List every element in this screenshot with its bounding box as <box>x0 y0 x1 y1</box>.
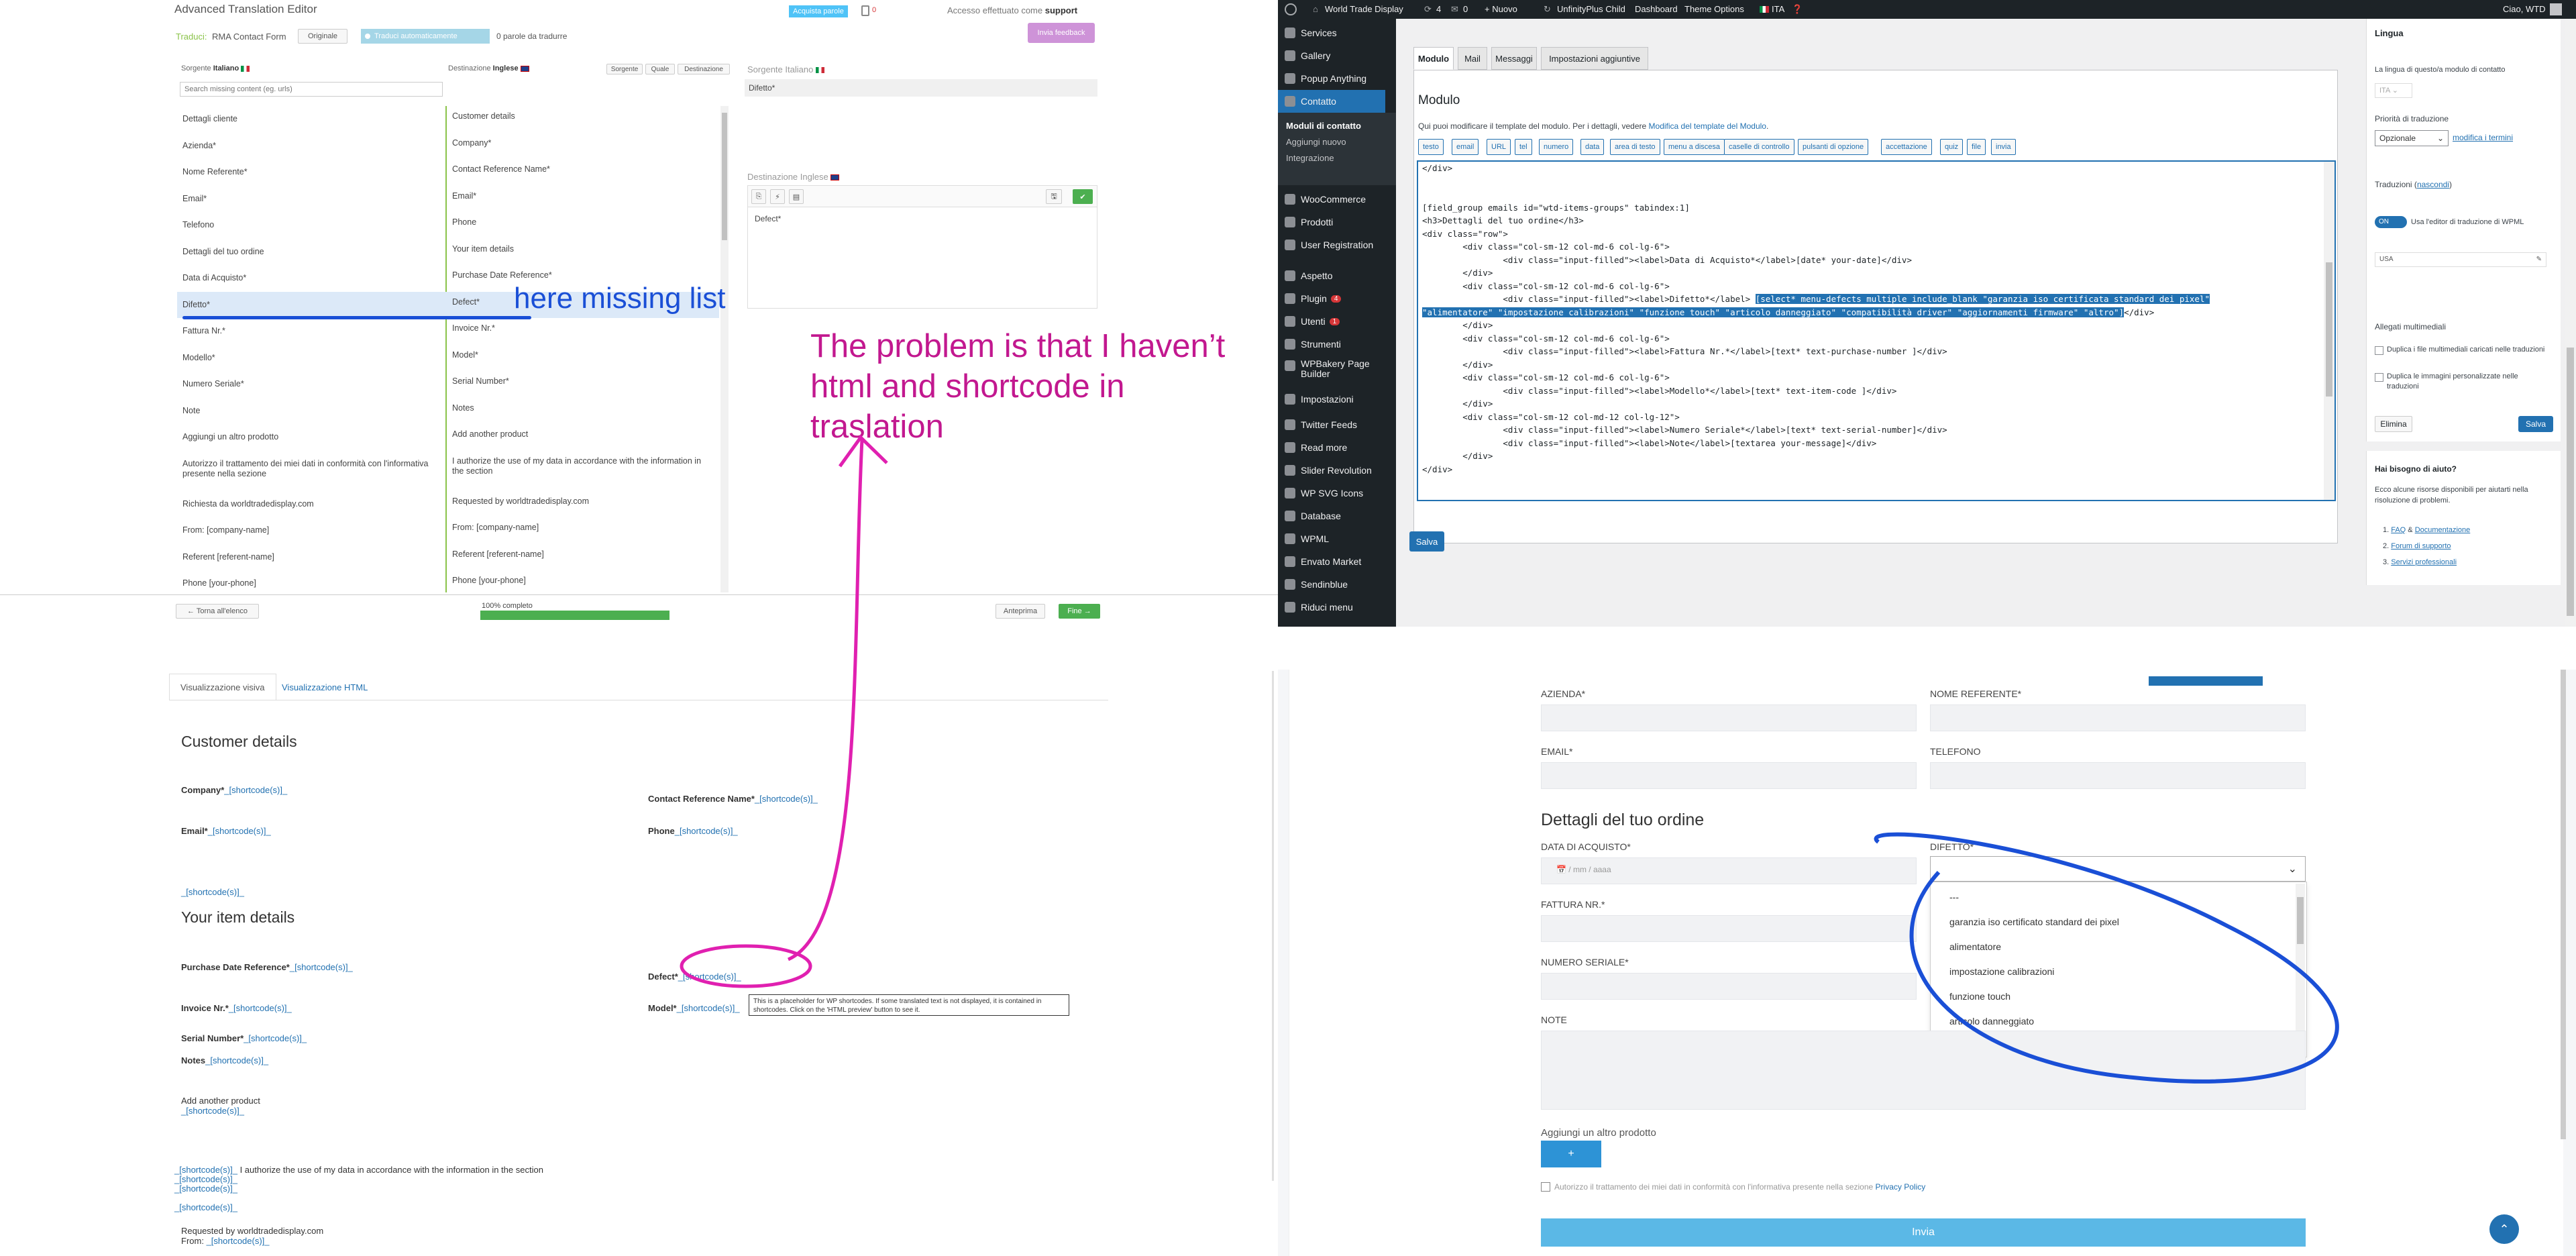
annotation-arrowhead <box>838 435 888 468</box>
annotation-magenta-circle <box>680 944 812 988</box>
annotation-blue-circle <box>1874 832 2339 1084</box>
annotation-drawings <box>680 435 2339 1084</box>
annotation-arrow <box>787 439 864 961</box>
